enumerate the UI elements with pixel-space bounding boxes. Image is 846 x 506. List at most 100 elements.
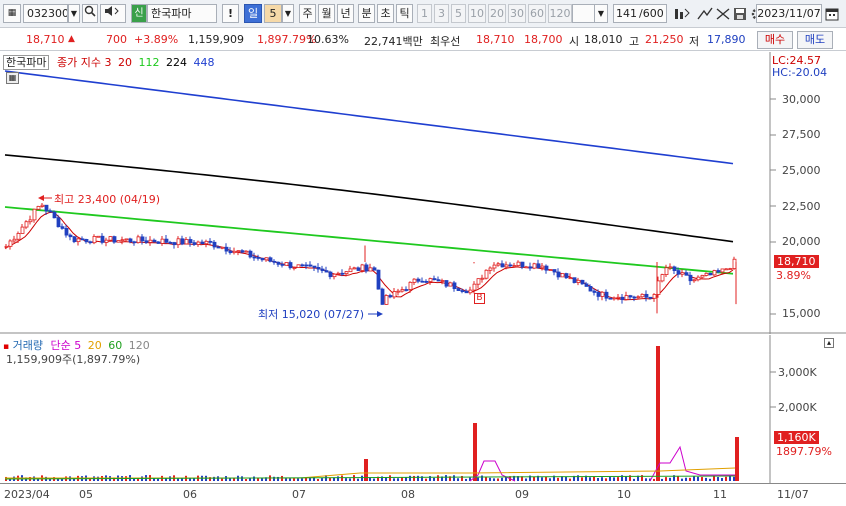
candle-body (576, 279, 581, 283)
candle-body (476, 278, 481, 285)
hc-value: HC:-20.04 (772, 66, 828, 79)
candle-body (524, 266, 529, 269)
candle-body (552, 269, 557, 273)
candle-body (364, 264, 369, 272)
stock-code-dropdown-icon[interactable]: ▼ (68, 4, 80, 23)
interval-custom-field[interactable] (572, 4, 594, 23)
volume-bar (241, 476, 243, 481)
speaker-icon[interactable] (100, 4, 126, 23)
price-ma-448: 448 (193, 56, 215, 69)
candle-body (152, 239, 157, 243)
candle-body (684, 272, 689, 276)
date-field[interactable]: 2023/11/07 (756, 4, 822, 23)
volume-bar (525, 478, 527, 481)
table-toggle-icon[interactable]: ▦ (6, 72, 19, 84)
candle-body (624, 295, 629, 300)
candle-body (620, 296, 625, 300)
interval-20-button[interactable]: 20 (488, 4, 506, 23)
chart-tools-icon[interactable] (674, 4, 690, 23)
candle-body (76, 238, 81, 243)
volume-bar (601, 477, 603, 481)
volume-spike (473, 423, 477, 481)
interval-1-button[interactable]: 1 (417, 4, 432, 23)
volume-bar (357, 478, 359, 481)
price-ma-224: 224 (165, 56, 187, 69)
volume-bar (669, 477, 671, 481)
volume-bar (481, 475, 483, 481)
candle-body (512, 265, 517, 267)
period-value-field[interactable]: 5 (264, 4, 282, 23)
price-chart-panel[interactable]: 한국파마 종가 지수 3 20 112 224 448 ▦ LC:24.57 H… (0, 52, 846, 334)
price-panel-title[interactable]: 한국파마 (3, 55, 50, 70)
candle-body (652, 294, 657, 299)
trade-amount: 22,741백만 (364, 35, 423, 48)
volume-bar (697, 476, 699, 481)
interval-dropdown-icon[interactable]: ▼ (594, 4, 608, 23)
candle-body (444, 280, 449, 287)
period-minute-button[interactable]: 분 (358, 4, 375, 23)
candle-body (492, 264, 497, 269)
volume-bar (549, 478, 551, 481)
candle-body (332, 273, 337, 278)
candle-body (276, 261, 281, 265)
y-tick-30000: 30,000 (782, 93, 821, 106)
candle-body (96, 235, 101, 238)
stock-name-field[interactable]: 한국파마 (147, 4, 217, 23)
period-day-button[interactable]: 일 (244, 4, 262, 23)
draw-icon[interactable] (697, 4, 713, 23)
candle-body (56, 217, 61, 228)
chart-option-icon[interactable] (715, 4, 731, 23)
toolbar: ▦ 032300 ▼ 신 한국파마 ! 일 5 ▼ 주 월 년 분 초 틱 1 … (0, 0, 846, 28)
date-label-nov: 11 (713, 488, 727, 501)
save-icon[interactable] (732, 4, 748, 23)
period-month-button[interactable]: 월 (318, 4, 335, 23)
calendar-icon[interactable] (823, 4, 841, 23)
interval-3-button[interactable]: 3 (434, 4, 449, 23)
buy-button[interactable]: 매수 (757, 31, 793, 49)
volume-bar (157, 478, 159, 481)
candle-body (464, 290, 469, 294)
volume-chart-panel[interactable]: ▪ 거래량 단순 5 20 60 120 1,159,909주(1,897.79… (0, 335, 846, 483)
interval-60-button[interactable]: 60 (528, 4, 546, 23)
candle-body (500, 263, 505, 268)
stock-code-input[interactable]: 032300 (23, 4, 68, 23)
period-year-button[interactable]: 년 (337, 4, 354, 23)
candle-body (392, 291, 397, 298)
candle-body (120, 239, 125, 242)
event-marker[interactable]: B (474, 293, 485, 304)
up-arrow-icon: ▲ (68, 34, 75, 44)
candle-body (200, 241, 205, 245)
candle-body (16, 233, 21, 240)
candle-body (448, 282, 453, 287)
period-tick-button[interactable]: 틱 (396, 4, 413, 23)
candle-body (532, 263, 537, 269)
interval-120-button[interactable]: 120 (548, 4, 572, 23)
volume-bar (665, 477, 667, 481)
interval-10-button[interactable]: 10 (468, 4, 486, 23)
candle-body (560, 273, 565, 278)
period-dropdown-icon[interactable]: ▼ (282, 4, 294, 23)
bar-count-field[interactable]: 141 (613, 4, 639, 23)
exclamation-icon[interactable]: ! (222, 4, 239, 23)
open-price: 18,010 (584, 33, 623, 46)
interval-5-button[interactable]: 5 (451, 4, 466, 23)
interval-30-button[interactable]: 30 (508, 4, 526, 23)
candle-body (240, 250, 245, 253)
period-second-button[interactable]: 초 (377, 4, 394, 23)
price-ma-label: 종가 지수 3 (56, 56, 112, 69)
candle-body (516, 261, 521, 266)
search-icon[interactable] (82, 4, 98, 23)
volume-bar (221, 478, 223, 481)
volume-bar (709, 478, 711, 481)
volume-bar (133, 478, 135, 481)
candle-body (400, 289, 405, 292)
menu-grid-icon[interactable]: ▦ (3, 4, 21, 23)
panel-maximize-icon[interactable]: ▴ (824, 338, 834, 348)
candle-body (36, 206, 41, 210)
candle-body (604, 291, 609, 299)
sell-button[interactable]: 매도 (797, 31, 833, 49)
volume-bar (361, 475, 363, 481)
candle-body (144, 240, 149, 243)
volume-bar (733, 476, 735, 481)
period-week-button[interactable]: 주 (299, 4, 316, 23)
